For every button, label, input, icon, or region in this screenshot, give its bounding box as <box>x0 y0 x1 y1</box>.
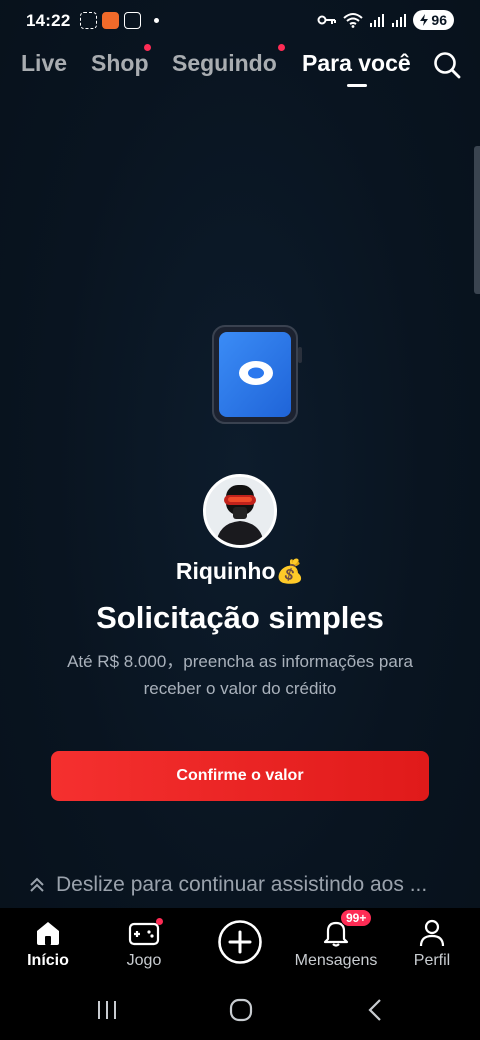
tab-shop[interactable]: Shop <box>91 50 149 77</box>
nav-perfil-label: Perfil <box>413 952 451 969</box>
swipe-hint-text: Deslize para continuar assistindo aos ..… <box>56 873 428 896</box>
recent-apps-icon[interactable] <box>91 994 123 1026</box>
avatar-image-icon <box>206 477 274 545</box>
signal-icon <box>370 14 385 27</box>
bottom-nav: Início Jogo 99+ Mensagens Perfil <box>0 908 480 980</box>
nav-inicio-label: Início <box>27 952 69 969</box>
username[interactable]: Riquinho💰 <box>0 558 480 585</box>
plus-icon <box>217 919 263 965</box>
battery-level: 96 <box>431 12 447 28</box>
double-chevron-up-icon <box>30 877 44 892</box>
top-nav: Live Shop Seguindo Para você <box>0 44 480 96</box>
subtext: Até R$ 8.000，preencha as informações par… <box>67 652 413 698</box>
nav-create[interactable] <box>210 908 270 980</box>
avatar[interactable] <box>203 474 277 548</box>
screen-record-icon <box>80 12 97 29</box>
headline: Solicitação simples <box>96 600 384 635</box>
swipe-hint[interactable]: Deslize para continuar assistindo aos ..… <box>28 870 468 900</box>
home-icon <box>31 916 65 950</box>
nav-jogo[interactable]: Jogo <box>110 908 178 980</box>
tab-live[interactable]: Live <box>21 50 67 77</box>
nav-inicio[interactable]: Início <box>14 908 82 980</box>
gamepad-icon <box>127 916 163 950</box>
app-notification-icon <box>102 12 119 29</box>
nav-perfil[interactable]: Perfil <box>404 908 460 980</box>
screen: 14:22 96 Live Shop Seguindo Para você Ri… <box>0 0 480 1040</box>
battery-bolt-icon <box>420 14 429 26</box>
home-button-icon[interactable] <box>225 994 257 1026</box>
confirm-value-button[interactable]: Confirme o valor <box>51 751 429 801</box>
screenshot-icon <box>124 12 141 29</box>
status-time: 14:22 <box>26 11 71 30</box>
bell-icon: 99+ <box>319 909 373 950</box>
dot-icon <box>154 18 159 23</box>
jogo-dot <box>156 918 163 925</box>
vpn-key-icon <box>317 15 337 25</box>
status-icons-right: 96 <box>317 10 454 30</box>
signal-icon-2 <box>392 14 407 27</box>
tab-seguindo[interactable]: Seguindo <box>172 50 277 77</box>
messages-badge: 99+ <box>340 909 373 927</box>
back-icon[interactable] <box>360 994 392 1026</box>
battery-indicator: 96 <box>413 10 454 30</box>
active-tab-underline <box>347 84 367 87</box>
system-nav <box>0 980 480 1040</box>
nav-mensagens[interactable]: 99+ Mensagens <box>290 908 382 980</box>
wifi-icon <box>343 13 364 28</box>
nav-jogo-label: Jogo <box>126 952 162 969</box>
nav-mensagens-label: Mensagens <box>294 952 378 969</box>
tab-para-voce[interactable]: Para você <box>302 50 411 77</box>
status-bar: 14:22 96 <box>0 0 480 42</box>
profile-icon <box>415 916 449 950</box>
phone-illustration-icon <box>212 325 302 424</box>
scroll-indicator[interactable] <box>474 146 480 294</box>
search-icon[interactable] <box>432 50 462 80</box>
status-icons-left <box>80 12 159 29</box>
tab-seguindo-dot <box>278 44 285 51</box>
tab-shop-dot <box>144 44 151 51</box>
